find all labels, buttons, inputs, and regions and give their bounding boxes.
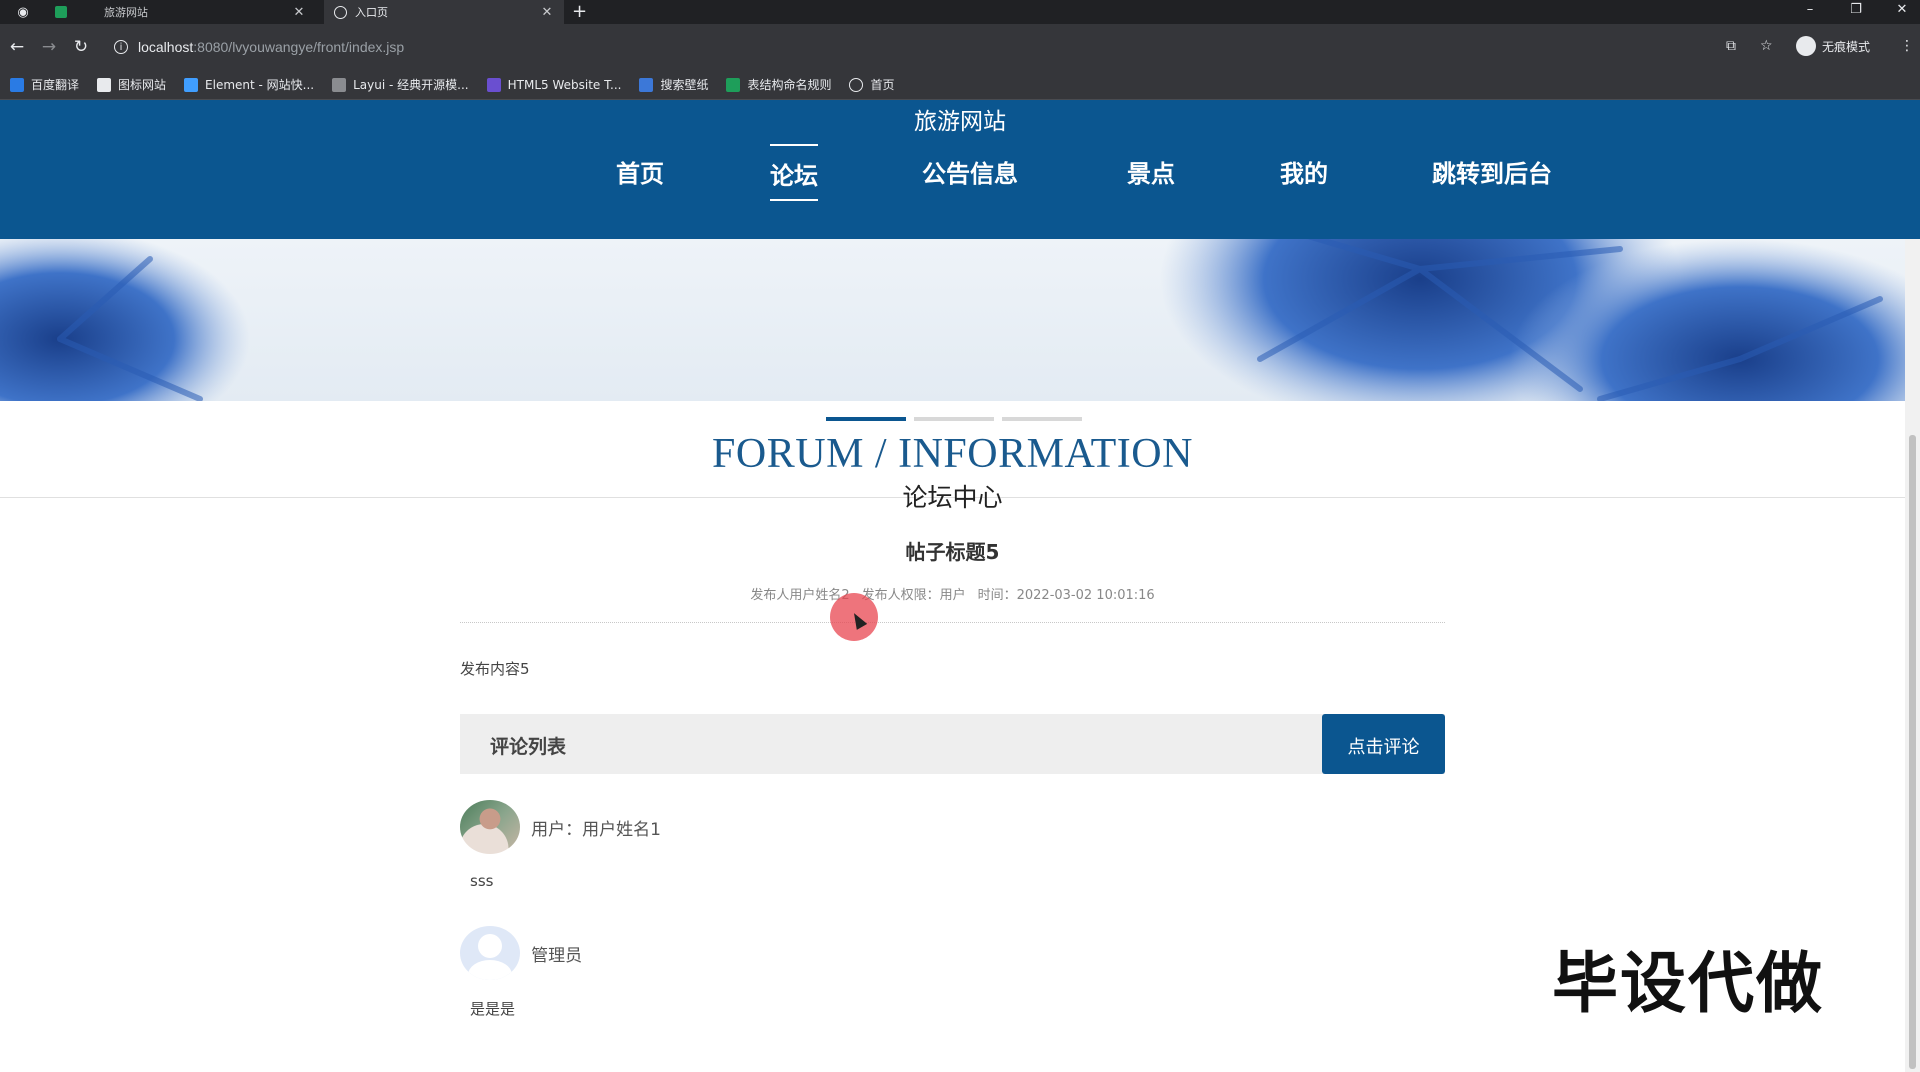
wallpaper-icon xyxy=(639,77,654,92)
section-title-cn: 论坛中心 xyxy=(902,483,1003,512)
bookmark-item[interactable]: HTML5 Website T... xyxy=(486,77,621,92)
post-content: 发布内容5 xyxy=(460,660,530,678)
post-meta: 发布人用户姓名2 发布人权限：用户 时间：2022-03-02 10:01:16 xyxy=(0,584,1905,603)
pinned-tab-sheet-icon[interactable] xyxy=(52,3,70,21)
new-tab-icon[interactable]: + xyxy=(572,1,587,22)
site-title: 旅游网站 xyxy=(914,109,1006,135)
bookmark-item[interactable]: 百度翻译 xyxy=(10,76,79,93)
comment-text: 是是是 xyxy=(470,1000,516,1018)
url-text[interactable]: localhost:8080/lvyouwangye/front/index.j… xyxy=(138,39,404,55)
layui-icon xyxy=(332,77,347,92)
nav-home[interactable]: 首页 xyxy=(616,144,664,197)
incognito-icon xyxy=(1796,36,1816,56)
forward-icon[interactable]: → xyxy=(38,37,60,57)
reload-icon[interactable]: ↻ xyxy=(70,37,92,57)
browser-menu-icon[interactable]: ◉ xyxy=(14,3,32,21)
browser-tab-bar: ◉ 旅游网站 ✕ 入口页 ✕ + – ❐ ✕ xyxy=(0,0,1920,24)
bookmarks-bar: 百度翻译 图标网站 Element - 网站快... Layui - 经典开源模… xyxy=(0,70,1920,100)
carousel-dot[interactable] xyxy=(1002,417,1082,421)
tab-title: 入口页 xyxy=(355,6,388,19)
scrollbar-thumb[interactable] xyxy=(1909,435,1916,1069)
comment-user: 管理员 xyxy=(531,945,583,966)
bookmark-item[interactable]: Element - 网站快... xyxy=(184,76,314,93)
globe-icon xyxy=(849,77,864,92)
section-title-en: FORUM / INFORMATION xyxy=(712,431,1193,477)
nav-notices[interactable]: 公告信息 xyxy=(922,144,1018,197)
incognito-profile[interactable]: 无痕模式 xyxy=(1796,36,1870,56)
restore-icon[interactable]: ❐ xyxy=(1846,2,1866,17)
bookmark-item[interactable]: 搜索壁纸 xyxy=(639,76,708,93)
tab-entry-page[interactable]: 入口页 ✕ xyxy=(324,0,564,24)
element-icon xyxy=(184,77,199,92)
watermark-text: 毕设代做 xyxy=(1552,945,1824,1022)
post-title: 帖子标题5 xyxy=(905,540,1000,564)
page-scrollbar[interactable] xyxy=(1905,239,1920,1072)
translate-icon[interactable]: ⧉ xyxy=(1726,38,1736,54)
banner-flowers xyxy=(0,239,1920,401)
post-divider xyxy=(460,622,1445,623)
tab-title: 旅游网站 xyxy=(104,6,148,19)
close-icon[interactable]: ✕ xyxy=(292,5,306,20)
nav-admin[interactable]: 跳转到后台 xyxy=(1432,144,1552,197)
info-icon[interactable]: i xyxy=(114,40,128,54)
comment-user: 用户：用户姓名1 xyxy=(531,819,661,840)
site-nav: 首页 论坛 公告信息 景点 我的 跳转到后台 xyxy=(0,144,1920,201)
address-bar[interactable]: i localhost:8080/lvyouwangye/front/index… xyxy=(108,31,1748,63)
window-close-icon[interactable]: ✕ xyxy=(1892,2,1912,17)
nav-mine[interactable]: 我的 xyxy=(1280,144,1328,197)
sheet-icon xyxy=(726,77,741,92)
browser-toolbar: ← → ↻ i localhost:8080/lvyouwangye/front… xyxy=(0,24,1920,70)
profile-label: 无痕模式 xyxy=(1822,39,1871,54)
nav-forum[interactable]: 论坛 xyxy=(770,144,818,201)
tab-travel-site[interactable]: 旅游网站 ✕ xyxy=(86,0,316,24)
carousel-dot[interactable] xyxy=(826,417,906,421)
close-icon[interactable]: ✕ xyxy=(540,5,554,20)
avatar xyxy=(460,800,520,854)
bookmark-item[interactable]: Layui - 经典开源模... xyxy=(332,76,469,93)
minimize-icon[interactable]: – xyxy=(1800,2,1820,17)
comment-item: 用户：用户姓名1 sss xyxy=(460,800,1445,890)
nav-attractions[interactable]: 景点 xyxy=(1127,144,1175,197)
comment-text: sss xyxy=(470,872,494,890)
bookmark-item[interactable]: 首页 xyxy=(849,76,895,93)
site-header: 旅游网站 首页 论坛 公告信息 景点 我的 跳转到后台 xyxy=(0,100,1920,239)
bookmark-item[interactable]: 图标网站 xyxy=(97,76,166,93)
post-role: 发布人权限：用户 xyxy=(861,588,966,603)
translate-icon xyxy=(10,77,24,92)
back-icon[interactable]: ← xyxy=(6,37,28,57)
bookmark-star-icon[interactable]: ☆ xyxy=(1760,38,1773,54)
globe-icon xyxy=(334,5,347,19)
comment-list-header: 评论列表 点击评论 xyxy=(460,714,1445,774)
more-menu-icon[interactable]: ⋮ xyxy=(1900,38,1914,54)
flag-icon xyxy=(97,77,112,92)
carousel-dot[interactable] xyxy=(914,417,994,421)
bookmark-item[interactable]: 表结构命名规则 xyxy=(726,76,831,93)
add-comment-button[interactable]: 点击评论 xyxy=(1322,714,1445,774)
post-time: 时间：2022-03-02 10:01:16 xyxy=(977,588,1155,603)
comment-list-title: 评论列表 xyxy=(490,736,567,758)
comment-item: 管理员 是是是 xyxy=(460,926,1445,1019)
avatar xyxy=(460,926,520,980)
banner-image xyxy=(0,239,1920,401)
carousel-indicators xyxy=(826,417,1090,421)
html5-icon xyxy=(486,77,501,92)
